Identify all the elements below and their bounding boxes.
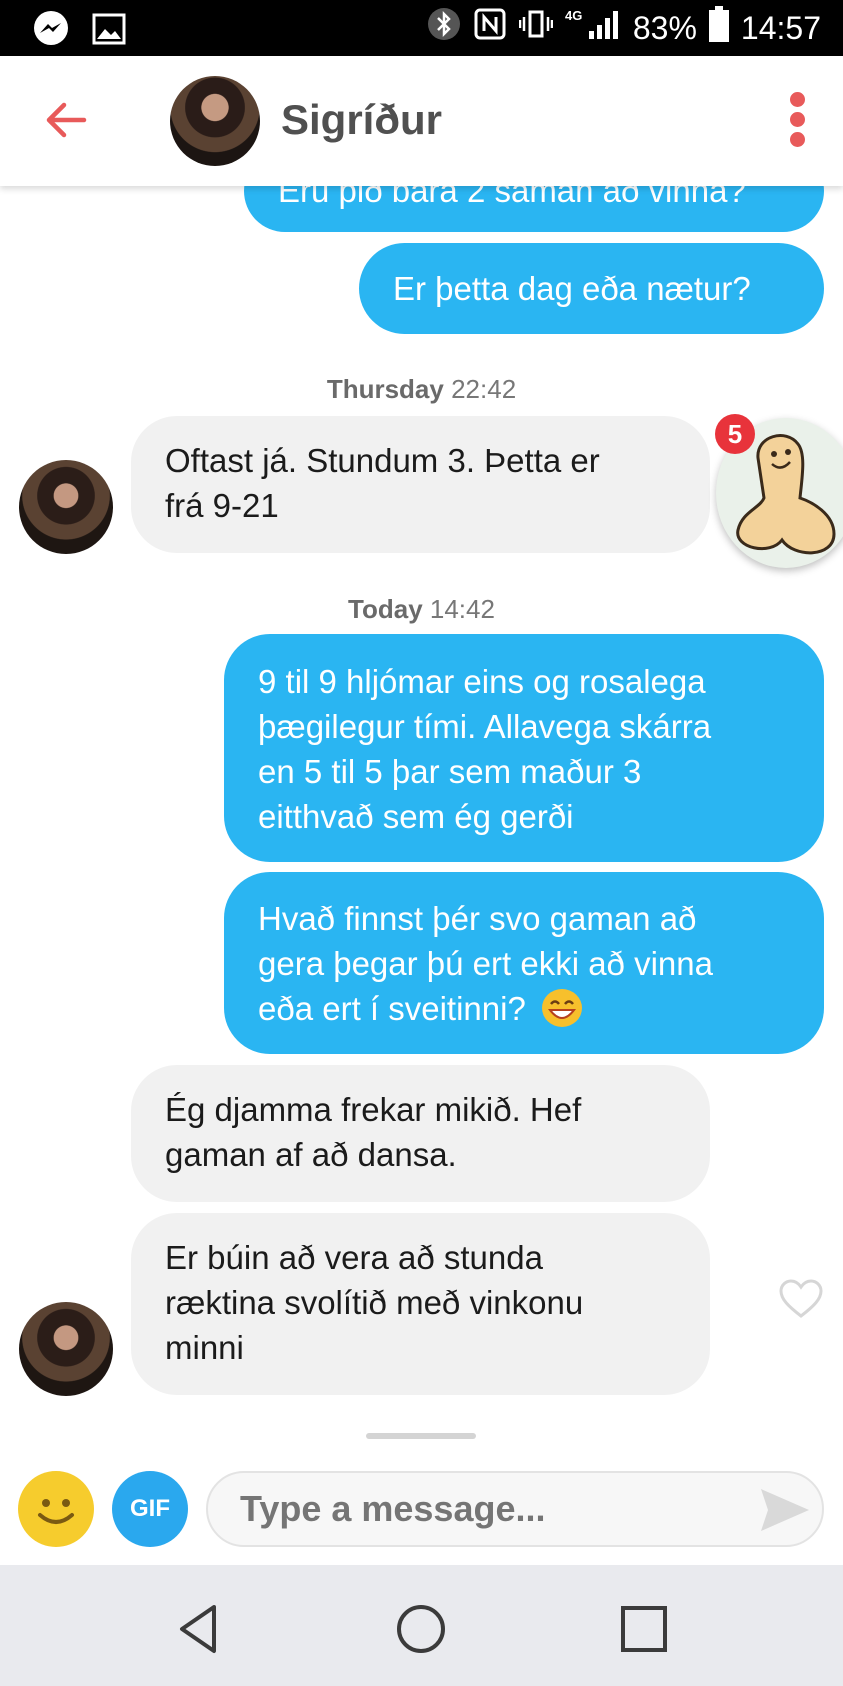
back-arrow-icon[interactable]	[40, 92, 96, 148]
nfc-icon	[473, 7, 507, 49]
message-text: minni	[165, 1329, 244, 1366]
message-text: Er þetta dag eða nætur?	[393, 270, 751, 307]
message-incoming[interactable]: Er búin að vera að stunda ræktina svolít…	[131, 1213, 710, 1395]
contact-name[interactable]: Sigríður	[281, 96, 442, 144]
message-incoming[interactable]: Ég djamma frekar mikið. Hef gaman af að …	[131, 1065, 710, 1202]
nav-recents-icon[interactable]	[614, 1599, 674, 1659]
message-text: Oftast já. Stundum 3. Þetta er	[165, 442, 600, 479]
message-composer: GIF	[0, 1455, 843, 1565]
scroll-handle[interactable]	[366, 1433, 476, 1439]
message-text: gaman af að dansa.	[165, 1136, 457, 1173]
gif-button[interactable]: GIF	[112, 1471, 188, 1547]
message-text: Ég djamma frekar mikið. Hef	[165, 1091, 582, 1128]
more-options-icon[interactable]	[785, 92, 809, 152]
message-outgoing[interactable]: Er þetta dag eða nætur?	[359, 243, 824, 334]
battery-percent: 83%	[632, 9, 697, 46]
message-outgoing[interactable]: Hvað finnst þér svo gaman að gera þegar …	[224, 872, 824, 1054]
message-input[interactable]	[206, 1471, 824, 1547]
messenger-icon	[32, 10, 70, 53]
message-incoming[interactable]: Oftast já. Stundum 3. Þetta er frá 9-21	[131, 416, 710, 553]
emoji-button[interactable]	[18, 1471, 94, 1547]
message-text: 9 til 9 hljómar eins og rosalega	[258, 663, 706, 700]
svg-text:4G: 4G	[565, 8, 582, 23]
status-bar: 4G 83% 14:57	[0, 0, 843, 56]
message-text: eitthvað sem ég gerði	[258, 798, 574, 835]
nav-back-icon[interactable]	[168, 1599, 228, 1659]
message-text: þægilegur tími. Allavega skárra	[258, 708, 712, 745]
notification-badge: 5	[715, 414, 755, 454]
smiley-icon	[38, 1499, 74, 1524]
avatar[interactable]	[19, 1302, 113, 1396]
message-text: gera þegar þú ert ekki að vinna	[258, 945, 713, 982]
battery-icon	[708, 6, 729, 50]
like-heart-icon[interactable]	[778, 1278, 824, 1320]
message-text: en 5 til 5 þar sem maður 3	[258, 753, 642, 790]
message-text: frá 9-21	[165, 487, 279, 524]
signal-icon: 4G	[565, 7, 621, 49]
contact-avatar[interactable]	[170, 76, 260, 166]
gallery-icon	[92, 12, 126, 51]
bluetooth-icon	[427, 7, 461, 49]
timestamp: Today 14:42	[348, 594, 495, 624]
vibrate-icon	[518, 7, 554, 49]
clock: 14:57	[740, 9, 821, 46]
smiling-face-emoji-icon	[542, 989, 582, 1027]
message-text: eða ert í sveitinni?	[258, 990, 526, 1027]
message-text: ræktina svolítið með vinkonu	[165, 1284, 584, 1321]
system-nav-bar	[0, 1565, 843, 1686]
timestamp: Thursday 22:42	[326, 374, 517, 404]
message-outgoing[interactable]: 9 til 9 hljómar eins og rosalega þægileg…	[224, 634, 824, 862]
nav-home-icon[interactable]	[391, 1599, 451, 1659]
avatar[interactable]	[19, 460, 113, 554]
message-text: Hvað finnst þér svo gaman að	[258, 900, 697, 937]
message-text: Er búin að vera að stunda	[165, 1239, 543, 1276]
send-icon[interactable]	[758, 1485, 812, 1535]
chat-header: Sigríður	[0, 56, 843, 186]
